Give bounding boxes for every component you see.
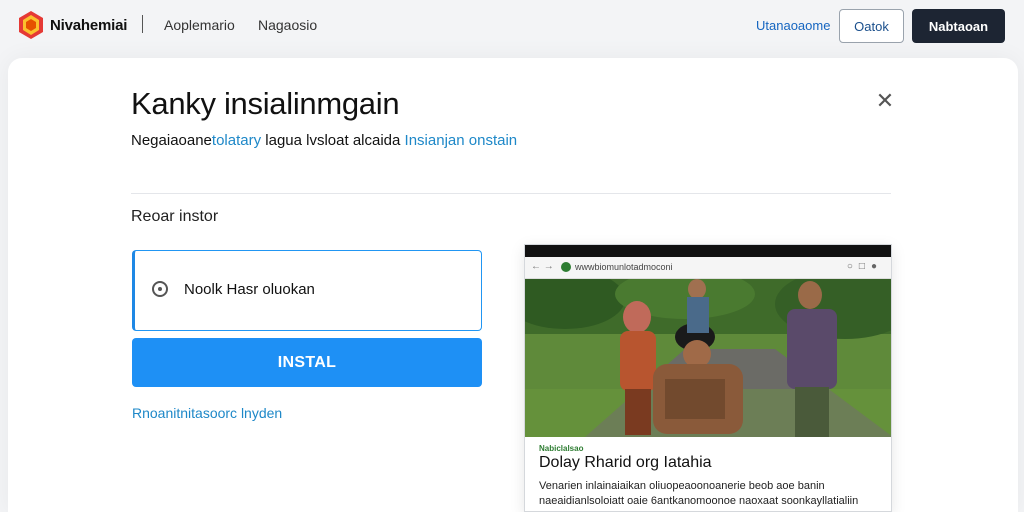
preview-titlebar <box>525 245 891 257</box>
modal-title: Kanky insialinmgain <box>131 86 400 121</box>
preview-toolbar-icons: ○□● <box>846 261 883 272</box>
secondary-button[interactable]: Oatok <box>839 9 904 43</box>
modal-subtitle: Negaiaoanetolatary lagua lvsloat alcaida… <box>131 127 521 154</box>
brand[interactable]: Nivahemiai <box>18 10 127 40</box>
close-icon[interactable]: ✕ <box>874 90 896 112</box>
brand-name: Nivahemiai <box>50 16 128 34</box>
install-button[interactable]: INSTAL <box>132 338 482 387</box>
install-option-label: Noolk Hasr oluokan <box>184 281 315 298</box>
section-label: Reoar instor <box>131 208 219 225</box>
top-nav: Nivahemiai Aoplemario Nagaosio Utanaoaom… <box>0 0 1024 56</box>
subtitle-text: Negaiaoane <box>131 132 212 149</box>
preview-body: Venarien inlainaiaikan oliuopeaoonoaneri… <box>539 480 859 507</box>
primary-nav-button[interactable]: Nabtaoan <box>912 9 1005 43</box>
nav-right-link[interactable]: Utanaoaome <box>756 18 830 33</box>
preview-photo <box>525 279 891 437</box>
preview-favicon-icon <box>561 262 571 272</box>
subtitle-link-1[interactable]: tolatary <box>212 132 261 149</box>
help-link[interactable]: Rnoanitnitasoorc lnyden <box>132 405 282 421</box>
preview-nav-arrows-icon: ← → <box>531 261 554 272</box>
brand-logo-icon <box>19 11 43 39</box>
nav-divider <box>142 15 143 33</box>
preview-url: wwwbiomunlotadmoconi <box>575 262 673 272</box>
nav-link-2[interactable]: Nagaosio <box>258 17 317 33</box>
subtitle-link-2[interactable]: Insianjan onstain <box>405 132 518 149</box>
radio-icon[interactable] <box>152 281 168 297</box>
subtitle-text-mid: lagua lvsloat alcaida <box>261 132 405 149</box>
preview-card: ← → wwwbiomunlotadmoconi ○□● Nabiclalsao… <box>524 244 892 512</box>
nav-link-1[interactable]: Aoplemario <box>164 17 235 33</box>
preview-headline[interactable]: Dolay Rharid org Iatahia <box>539 454 712 472</box>
preview-kicker: Nabiclalsao <box>539 444 584 453</box>
divider <box>131 193 891 194</box>
